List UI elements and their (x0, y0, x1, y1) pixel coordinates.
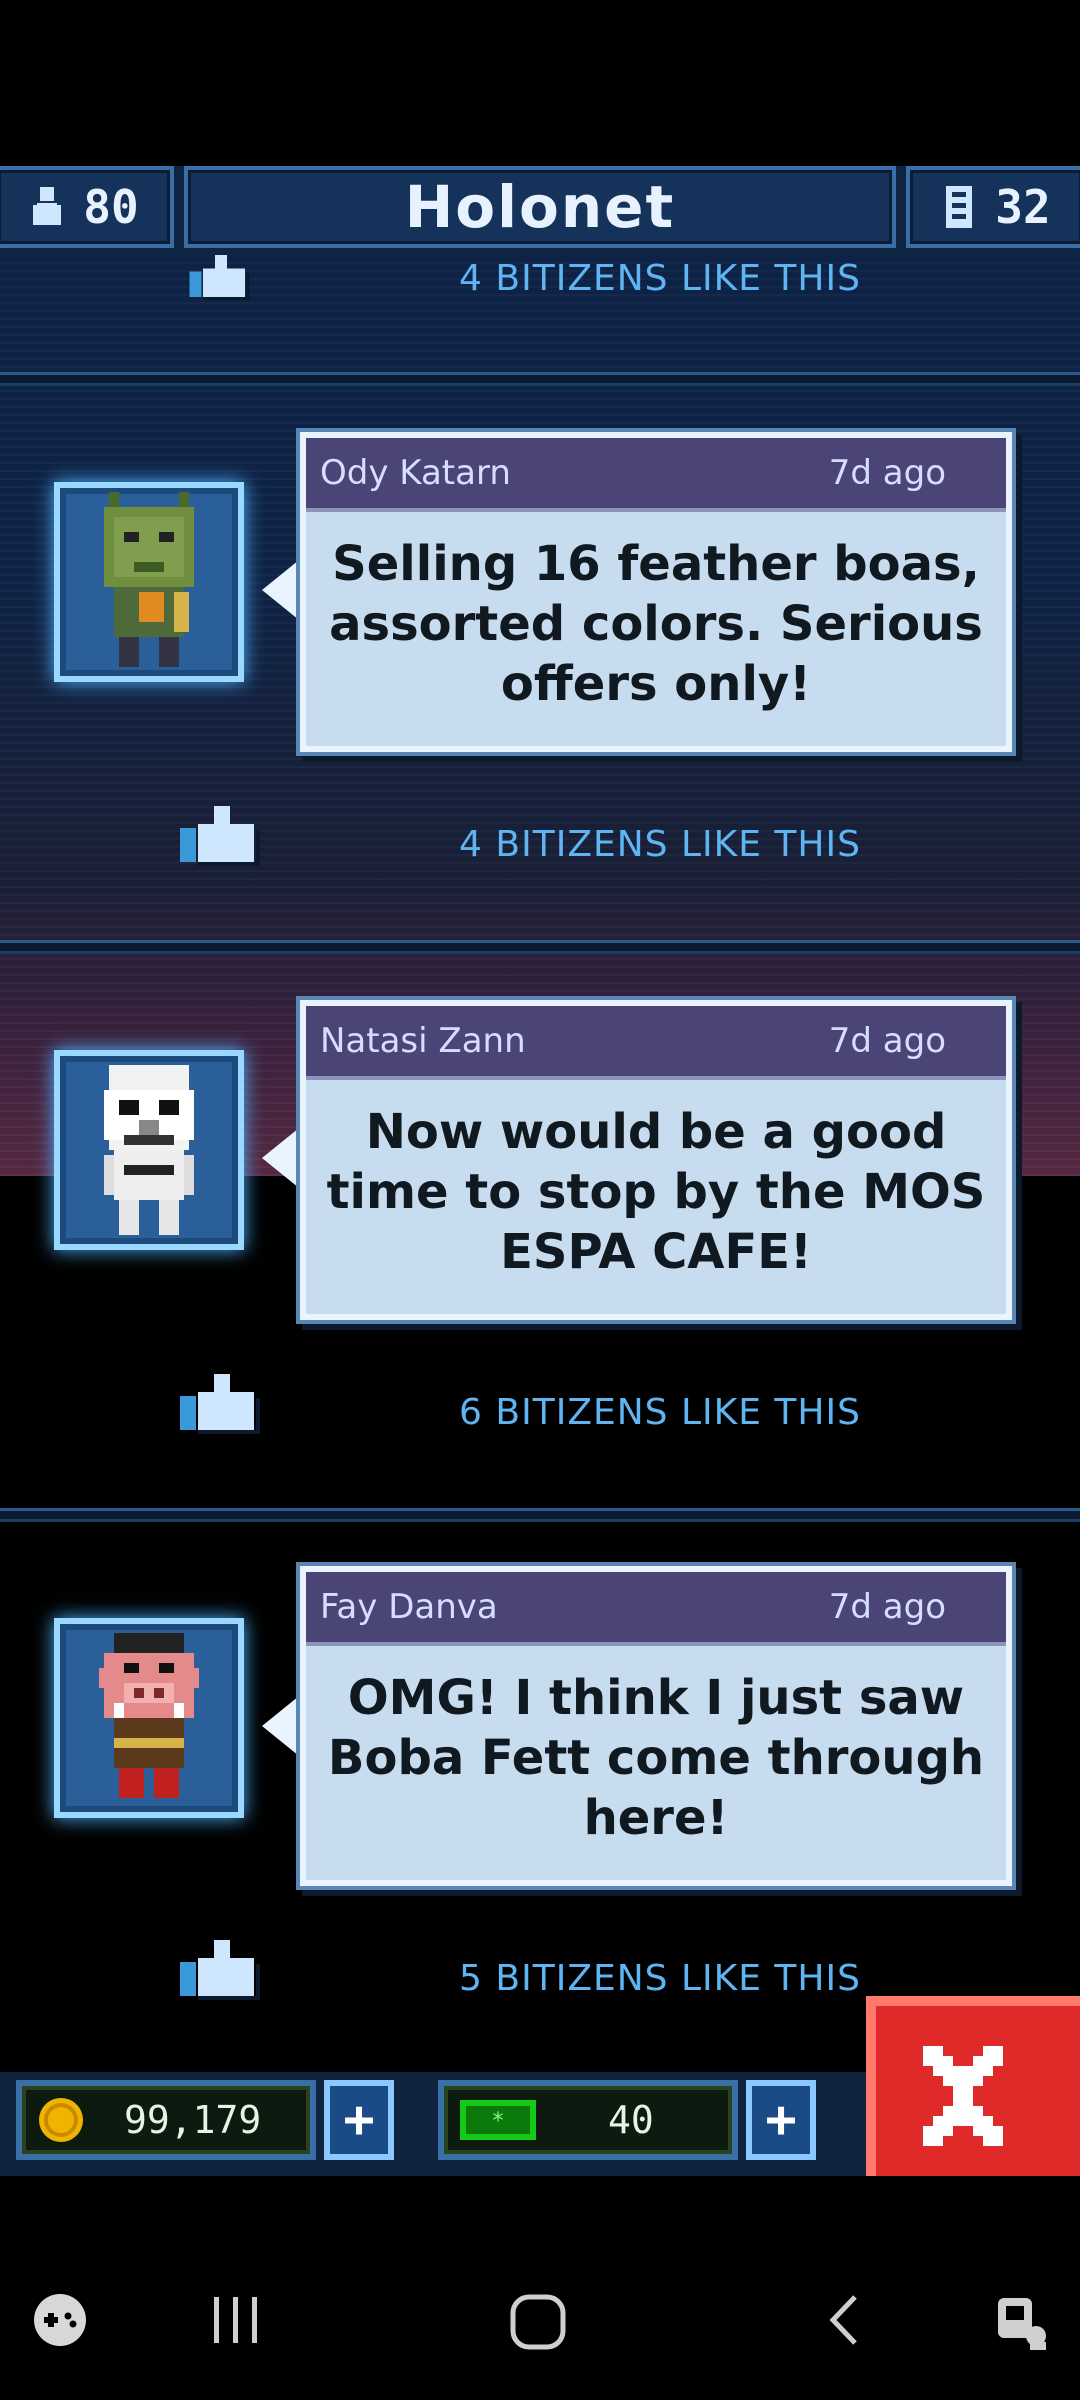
bux-counter: * 40 (438, 2080, 738, 2160)
person-icon (29, 185, 65, 229)
bubble-tail (262, 1124, 304, 1192)
message-header: Ody Katarn 7d ago (306, 438, 1006, 512)
coin-value: 99,179 (124, 2098, 262, 2142)
page-title: Holonet (184, 166, 896, 248)
back-icon[interactable] (818, 2290, 868, 2350)
post-divider (0, 372, 1080, 386)
message-header: Fay Danva 7d ago (306, 1572, 1006, 1646)
population-value: 80 (83, 180, 139, 234)
close-icon (913, 2046, 1013, 2146)
message-header: Natasi Zann 7d ago (306, 1006, 1006, 1080)
game-tools-icon[interactable] (30, 2290, 90, 2350)
recent-apps-icon[interactable] (204, 2290, 268, 2350)
plus-icon: + (765, 2090, 797, 2150)
author-name: Ody Katarn (320, 453, 511, 493)
thumbs-up-icon[interactable] (176, 802, 260, 866)
thumbs-up-icon[interactable] (176, 252, 260, 316)
message-text: Now would be a good time to stop by the … (326, 1104, 986, 1280)
message-bubble[interactable]: Fay Danva 7d ago OMG! I think I just saw… (300, 1566, 1012, 1886)
home-icon[interactable] (506, 2290, 570, 2354)
avatar[interactable] (54, 1618, 244, 1818)
post-divider (0, 940, 1080, 954)
bubble-tail (262, 1692, 304, 1760)
thumbs-up-icon[interactable] (176, 1370, 260, 1434)
coin-icon (36, 2095, 86, 2145)
post-time: 7d ago (828, 1021, 946, 1061)
floors-counter: 32 (906, 166, 1080, 248)
like-count: 4 BITIZENS LIKE THIS (459, 824, 861, 865)
floors-value: 32 (995, 180, 1051, 234)
close-button[interactable] (866, 1996, 1080, 2186)
thumbs-up-icon[interactable] (176, 1936, 260, 2000)
svg-text:*: * (491, 2109, 504, 2134)
system-nav-bar (0, 2176, 1080, 2400)
bux-icon: * (458, 2098, 538, 2142)
avatar[interactable] (54, 1050, 244, 1250)
post-time: 7d ago (828, 453, 946, 493)
author-name: Natasi Zann (320, 1021, 526, 1061)
like-count: 4 BITIZENS LIKE THIS (459, 258, 861, 299)
top-bar: 80 Holonet 32 (0, 166, 1080, 256)
avatar[interactable] (54, 482, 244, 682)
like-count: 5 BITIZENS LIKE THIS (459, 1958, 861, 1999)
bux-value: 40 (608, 2098, 654, 2142)
post-time: 7d ago (828, 1587, 946, 1627)
message-bubble[interactable]: Ody Katarn 7d ago Selling 16 feather boa… (300, 432, 1012, 752)
message-bubble[interactable]: Natasi Zann 7d ago Now would be a good t… (300, 1000, 1012, 1320)
buy-bux-button[interactable]: + (746, 2080, 816, 2160)
author-name: Fay Danva (320, 1587, 498, 1627)
plus-icon: + (343, 2090, 375, 2150)
buy-coins-button[interactable]: + (324, 2080, 394, 2160)
population-counter: 80 (0, 166, 174, 248)
message-text: OMG! I think I just saw Boba Fett come t… (327, 1670, 985, 1846)
building-icon (941, 185, 977, 229)
bubble-tail (262, 556, 304, 624)
message-text: Selling 16 feather boas, assorted colors… (329, 536, 983, 712)
coin-counter: 99,179 (16, 2080, 316, 2160)
post-divider (0, 1508, 1080, 1522)
accessibility-icon[interactable] (992, 2290, 1056, 2354)
like-count: 6 BITIZENS LIKE THIS (459, 1392, 861, 1433)
